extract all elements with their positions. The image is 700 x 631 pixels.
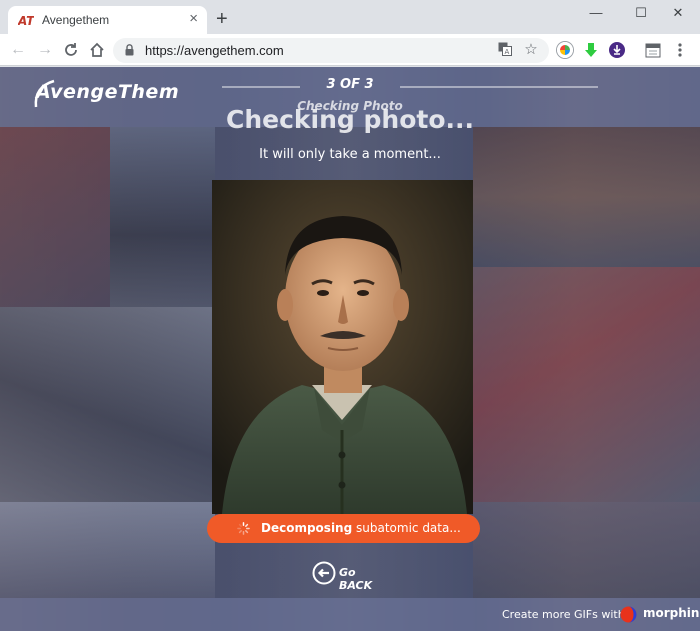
svg-text:A: A (505, 48, 510, 56)
avengethem-logo[interactable]: AvengeThem (36, 81, 179, 103)
footer-bar: Create more GIFs with: morphin (0, 598, 700, 631)
close-window-button[interactable]: ✕ (656, 4, 700, 26)
reload-icon[interactable] (61, 40, 81, 60)
page-subtitle: It will only take a moment... (259, 147, 441, 162)
url-text: https://avengethem.com (145, 43, 284, 58)
calendar-icon[interactable] (645, 42, 661, 58)
collage-tile (473, 267, 700, 502)
new-tab-button[interactable]: + (216, 9, 228, 29)
download-arrow-icon[interactable] (583, 42, 599, 58)
back-icon[interactable]: ← (8, 40, 28, 60)
menu-icon[interactable] (672, 42, 688, 58)
uploaded-portrait-photo (212, 180, 473, 514)
collage-tile (0, 127, 110, 307)
progress-line-left (222, 86, 300, 88)
svg-text:AT: AT (18, 14, 34, 27)
morphin-brand-link[interactable]: morphin (643, 606, 699, 620)
loading-spinner-icon (237, 522, 250, 535)
status-text-rest: subatomic data... (352, 521, 461, 535)
footer-promo-text: Create more GIFs with: (502, 608, 629, 621)
downloader-icon[interactable] (609, 42, 625, 58)
go-back-label: Go BACK (339, 566, 373, 592)
compass-icon[interactable] (557, 42, 573, 58)
tab-close-icon[interactable]: × (189, 11, 198, 27)
page-title: Checking photo... (226, 105, 474, 134)
status-text-bold: Decomposing (261, 521, 353, 535)
forward-icon[interactable]: → (35, 40, 55, 60)
loading-status-pill: Decomposing subatomic data... (207, 514, 480, 543)
collage-tile (0, 502, 215, 598)
address-bar[interactable]: https://avengethem.com A ☆ (113, 38, 549, 63)
browser-tab[interactable]: AT Avengethem × (8, 6, 207, 34)
minimize-button[interactable]: — (574, 4, 618, 26)
page-content: AvengeThem 3 OF 3 Checking Photo Checkin… (0, 67, 700, 631)
back-arrow-icon (312, 561, 336, 585)
bookmark-star-icon[interactable]: ☆ (523, 42, 539, 58)
morphin-logo-icon[interactable] (620, 606, 637, 623)
lock-icon (125, 44, 134, 56)
avengethem-favicon-icon: AT (18, 14, 34, 27)
progress-line-right (400, 86, 598, 88)
status-text: Decomposing subatomic data... (261, 521, 461, 535)
step-counter: 3 OF 3 (326, 77, 374, 92)
home-icon[interactable] (87, 40, 107, 60)
translate-icon[interactable]: A (497, 42, 513, 58)
collage-tile (473, 502, 700, 598)
browser-chrome: AT Avengethem × + — ☐ ✕ ← → https://aven… (0, 0, 700, 66)
tab-title: Avengethem (42, 13, 110, 27)
go-back-button[interactable]: Go BACK (312, 561, 382, 592)
browser-toolbar: ← → https://avengethem.com A ☆ (0, 34, 700, 66)
collage-tile (0, 307, 215, 502)
tab-strip: AT Avengethem × + — ☐ ✕ (0, 0, 700, 34)
